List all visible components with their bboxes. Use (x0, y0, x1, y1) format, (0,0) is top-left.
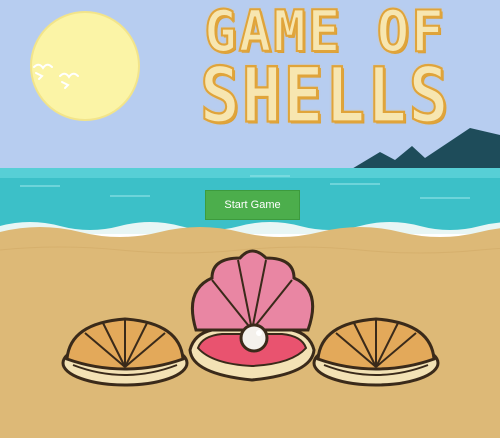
sun-icon (30, 11, 140, 121)
start-game-button[interactable]: Start Game (205, 190, 300, 220)
game-title-line-2: SHELLS (199, 51, 451, 140)
pearl-icon (239, 323, 269, 353)
